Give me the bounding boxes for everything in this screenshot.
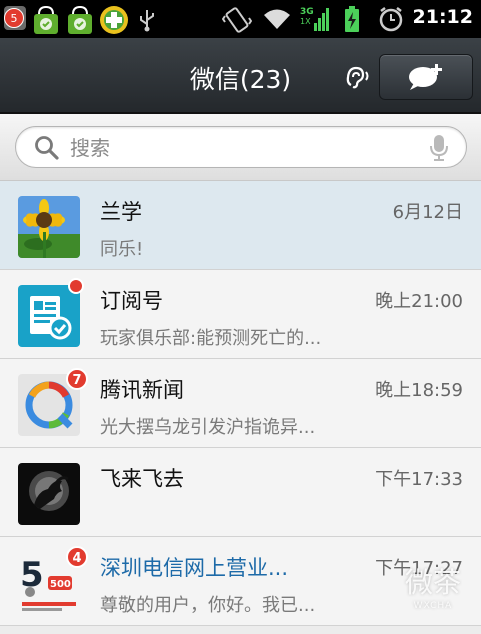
chat-name: 订阅号 (100, 289, 163, 313)
avatar-horse (18, 463, 80, 525)
search-bar (0, 114, 481, 181)
chat-row-shenzhen-telecom[interactable]: 5 500 4 深圳电信网上营业... 下午17:27 尊敬的用户，你好。我已.… (0, 537, 481, 626)
chat-time: 晚上21:00 (375, 291, 463, 312)
svg-text:1X: 1X (300, 17, 311, 26)
chat-preview: 尊敬的用户，你好。我已... (100, 595, 316, 616)
telecom-sub-text: 500 (50, 579, 71, 590)
chat-time: 6月12日 (392, 202, 463, 223)
shopping-bag-icon (30, 4, 62, 40)
chat-row-tencent-news[interactable]: 7 腾讯新闻 晚上18:59 光大摆乌龙引发沪指诡异... (0, 359, 481, 448)
search-input[interactable] (68, 131, 422, 165)
search-icon (35, 136, 59, 160)
shopping-bag-icon-2 (64, 4, 96, 40)
microphone-icon[interactable] (428, 134, 450, 162)
chat-row-lanxue[interactable]: 兰学 6月12日 同乐! (0, 181, 481, 270)
watermark: 微茶 WXCHA (405, 561, 461, 611)
watermark-text: 微茶 (404, 566, 461, 599)
chat-row-subscriptions[interactable]: 订阅号 晚上21:00 玩家俱乐部:能预测死亡的... (0, 270, 481, 359)
unread-dot (68, 278, 84, 294)
earpiece-mode-icon[interactable] (345, 65, 371, 93)
chat-row-feilaifeiqu[interactable]: 飞来飞去 下午17:33 (0, 448, 481, 537)
alarm-clock-icon (378, 6, 404, 36)
usb-icon (136, 8, 158, 36)
chat-time: 下午17:33 (375, 469, 463, 490)
chat-name: 飞来飞去 (100, 467, 184, 491)
svg-text:3G: 3G (300, 7, 314, 17)
avatar-sunflower (18, 196, 80, 258)
chat-list: 兰学 6月12日 同乐! 订阅号 晚上21:00 玩家俱乐部:能预测死亡的... (0, 181, 481, 626)
notification-count-badge: 5 (4, 8, 24, 28)
new-chat-button[interactable] (379, 54, 473, 100)
mobile-signal-icon: 3G 1X (300, 5, 330, 37)
search-box[interactable] (15, 126, 467, 168)
vibrate-icon (221, 6, 253, 38)
avatar-subscription (18, 285, 80, 347)
watermark-sub: WXCHA (413, 601, 453, 611)
chat-preview: 光大摆乌龙引发沪指诡异... (100, 417, 316, 438)
chat-preview: 同乐! (100, 239, 144, 260)
title-bar: 微信(23) (0, 38, 481, 114)
chat-name: 腾讯新闻 (100, 378, 184, 402)
unread-count-badge: 7 (66, 368, 88, 390)
unread-count-badge: 4 (66, 546, 88, 568)
chat-time: 晚上18:59 (375, 380, 463, 401)
battery-charging-icon (343, 5, 361, 37)
wifi-icon (262, 7, 292, 35)
chat-name: 深圳电信网上营业... (100, 556, 289, 580)
status-bar: 5 3G 1X 21:12 (0, 0, 481, 38)
security-plus-icon (98, 4, 130, 40)
status-clock: 21:12 (412, 6, 473, 28)
chat-name: 兰学 (100, 200, 142, 224)
add-chat-bubble-icon (409, 64, 442, 90)
chat-preview: 玩家俱乐部:能预测死亡的... (100, 328, 322, 349)
